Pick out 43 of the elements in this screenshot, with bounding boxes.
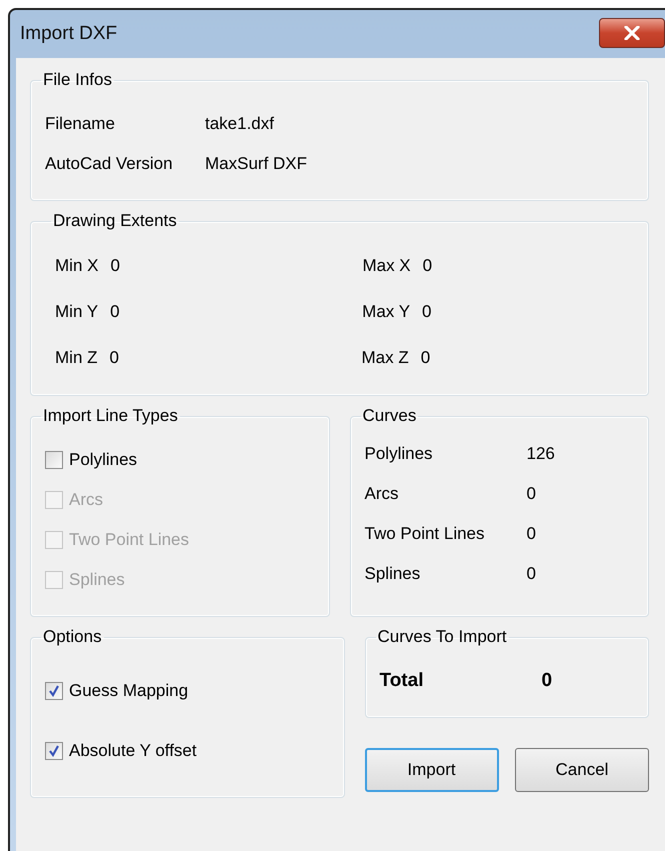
field-label: Min Y: [55, 302, 98, 322]
field-value: 0: [420, 348, 432, 368]
group-title: Options: [42, 627, 103, 647]
group-title: Curves: [362, 406, 418, 426]
group-title: Drawing Extents: [52, 211, 178, 231]
close-icon: [624, 26, 640, 40]
field-label: Max X: [362, 256, 411, 276]
field-value: 0: [110, 348, 120, 368]
total-label: Total: [380, 670, 424, 692]
checkbox-option[interactable]: Absolute Y offset: [45, 721, 330, 781]
group-title: Import Line Types: [42, 406, 179, 426]
field-label: Max Y: [362, 302, 410, 322]
field-value: 0: [526, 484, 536, 504]
dialog-button[interactable]: Import: [364, 748, 498, 792]
field-label: Min X: [55, 256, 98, 276]
field-label: Splines: [364, 564, 422, 584]
field-value: take1.dxf: [205, 114, 274, 134]
checkbox[interactable]: [45, 742, 63, 760]
field-label: Two Point Lines: [364, 524, 486, 544]
field-label: Polylines: [364, 444, 434, 464]
field-label: AutoCad Version: [45, 154, 174, 174]
group-title: Curves To Import: [376, 627, 508, 647]
field-value: 0: [110, 302, 121, 322]
field-value: 0: [110, 256, 121, 276]
window-title: Import DXF: [20, 23, 118, 45]
total-value: 0: [542, 670, 552, 692]
field-label: Filename: [45, 114, 116, 134]
checkbox[interactable]: [45, 451, 63, 469]
checkbox-option[interactable]: Polylines: [45, 440, 314, 480]
field-value: 126: [526, 444, 555, 464]
dialog-button[interactable]: Cancel: [515, 748, 649, 792]
field-label: Min Z: [55, 348, 98, 368]
field-label: Arcs: [364, 484, 400, 504]
checkbox-option[interactable]: Guess Mapping: [45, 661, 330, 721]
checkbox[interactable]: [45, 682, 63, 700]
group-title: File Infos: [42, 70, 113, 90]
field-value: 0: [422, 256, 434, 276]
field-value: 0: [422, 302, 432, 322]
field-value: 0: [526, 564, 536, 584]
field-label: Max Z: [362, 348, 409, 368]
field-value: 0: [526, 524, 536, 544]
field-value: MaxSurf DXF: [205, 154, 308, 174]
close-button[interactable]: [599, 18, 665, 48]
